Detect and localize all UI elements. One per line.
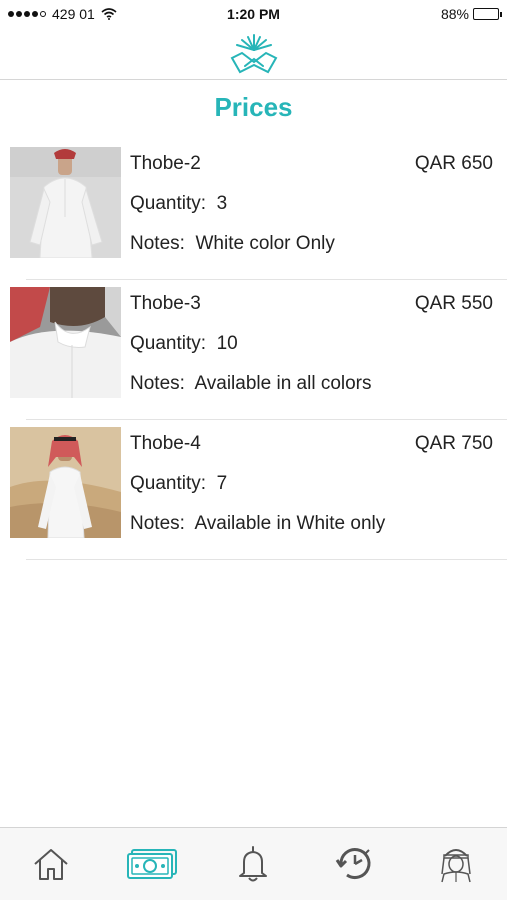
product-image bbox=[10, 147, 121, 258]
notes-value: Available in White only bbox=[194, 513, 386, 534]
status-bar: 429 01 1:20 PM 88% bbox=[0, 0, 507, 28]
price-list: Thobe-2 QAR 650 Quantity: 3 Notes: White… bbox=[0, 140, 507, 560]
product-price: QAR 750 bbox=[414, 433, 493, 454]
tab-history[interactable] bbox=[325, 839, 385, 889]
product-price: QAR 550 bbox=[414, 293, 493, 314]
product-price: QAR 650 bbox=[414, 153, 493, 174]
product-quantity: Quantity: 10 bbox=[130, 333, 238, 355]
product-quantity: Quantity: 7 bbox=[130, 473, 227, 495]
notes-label: Notes: bbox=[130, 513, 185, 534]
product-image bbox=[10, 287, 121, 398]
quantity-value: 3 bbox=[216, 193, 228, 214]
tab-profile[interactable] bbox=[426, 839, 486, 889]
money-icon bbox=[127, 849, 178, 879]
product-quantity: Quantity: 3 bbox=[130, 193, 227, 215]
notes-value: White color Only bbox=[195, 233, 335, 254]
product-notes: Notes: Available in White only bbox=[130, 513, 385, 535]
quantity-value: 7 bbox=[216, 473, 228, 494]
tab-bar bbox=[0, 827, 507, 900]
list-item[interactable]: Thobe-3 QAR 550 Quantity: 10 Notes: Avai… bbox=[0, 280, 507, 420]
history-icon bbox=[335, 848, 371, 879]
battery-icon bbox=[473, 8, 502, 20]
battery-status: 88% bbox=[440, 6, 502, 22]
quantity-label: Quantity: bbox=[130, 193, 207, 214]
notes-label: Notes: bbox=[130, 373, 185, 394]
app-header bbox=[0, 28, 507, 80]
profile-icon bbox=[441, 849, 471, 883]
page-title: Prices bbox=[214, 92, 293, 122]
quantity-label: Quantity: bbox=[130, 473, 207, 494]
bell-icon bbox=[239, 846, 268, 882]
quantity-label: Quantity: bbox=[130, 333, 207, 354]
battery-percent: 88% bbox=[440, 6, 469, 22]
list-item[interactable]: Thobe-2 QAR 650 Quantity: 3 Notes: White… bbox=[0, 140, 507, 280]
product-name: Thobe-3 bbox=[130, 293, 201, 314]
product-name: Thobe-2 bbox=[130, 153, 201, 174]
tab-home[interactable] bbox=[21, 839, 81, 889]
status-time: 1:20 PM bbox=[227, 6, 280, 22]
list-item[interactable]: Thobe-4 QAR 750 Quantity: 7 Notes: Avail… bbox=[0, 420, 507, 560]
book-sunburst-logo-icon bbox=[230, 33, 277, 73]
home-icon bbox=[34, 849, 68, 880]
product-notes: Notes: Available in all colors bbox=[130, 373, 372, 395]
product-name: Thobe-4 bbox=[130, 433, 201, 454]
quantity-value: 10 bbox=[216, 333, 238, 354]
tab-notifications[interactable] bbox=[223, 839, 283, 889]
product-notes: Notes: White color Only bbox=[130, 233, 335, 255]
tab-prices[interactable] bbox=[122, 839, 182, 889]
notes-label: Notes: bbox=[130, 233, 185, 254]
product-image bbox=[10, 427, 121, 538]
notes-value: Available in all colors bbox=[194, 373, 372, 394]
